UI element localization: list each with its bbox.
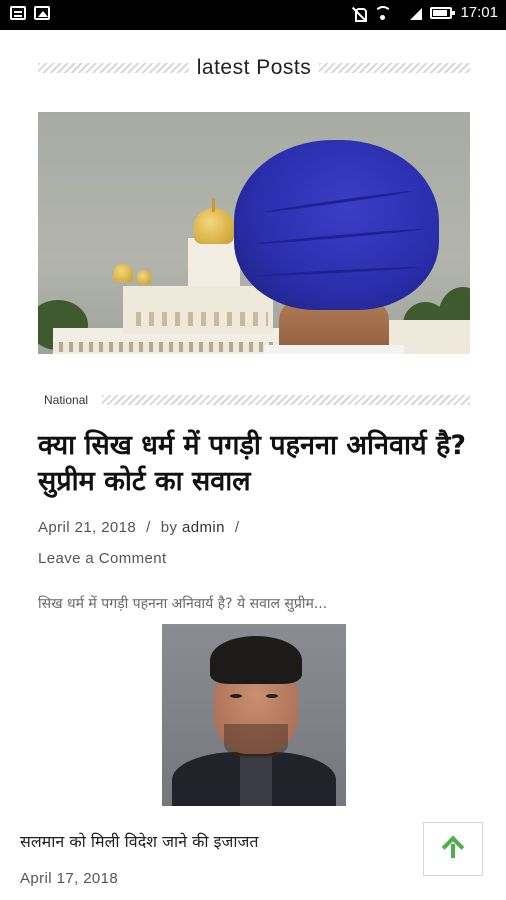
meta-separator: /: [146, 519, 151, 536]
author-link[interactable]: admin: [182, 519, 225, 536]
second-post-title[interactable]: सलमान को मिली विदेश जाने की इजाजत: [20, 830, 400, 852]
post-meta: April 21, 2018 / by admin / Leave a Comment: [38, 512, 470, 574]
second-post-date[interactable]: April 17, 2018: [20, 870, 118, 887]
message-icon: [10, 6, 26, 20]
second-post-image[interactable]: [162, 624, 346, 806]
meta-separator: /: [234, 519, 240, 536]
leave-comment-link[interactable]: Leave a Comment: [38, 550, 167, 567]
category-row: National: [38, 390, 470, 410]
arrow-up-icon: [443, 838, 463, 860]
post-date[interactable]: April 21, 2018: [38, 519, 136, 536]
section-header: latest Posts: [38, 52, 470, 84]
image-icon: [34, 6, 50, 20]
category-link[interactable]: National: [38, 393, 102, 407]
header-hatch-right: [319, 63, 470, 73]
status-bar: 17:01: [0, 0, 506, 30]
author-prefix: by: [160, 519, 178, 536]
signal-icon: [400, 6, 423, 20]
featured-post-image[interactable]: [38, 112, 470, 354]
mute-icon: [352, 6, 368, 22]
turban-illustration: [234, 140, 439, 354]
post-excerpt: सिख धर्म में पगड़ी पहनना अनिवार्य है? ये…: [38, 596, 328, 612]
back-to-top-button[interactable]: [423, 822, 483, 876]
header-hatch-left: [38, 63, 189, 73]
section-title: latest Posts: [196, 56, 312, 79]
category-hatch: [102, 395, 470, 405]
wifi-icon: [374, 5, 393, 20]
featured-post-title[interactable]: क्या सिख धर्म में पगड़ी पहनना अनिवार्य ह…: [38, 428, 470, 500]
battery-icon: [430, 6, 456, 19]
status-time: 17:01: [460, 4, 498, 21]
